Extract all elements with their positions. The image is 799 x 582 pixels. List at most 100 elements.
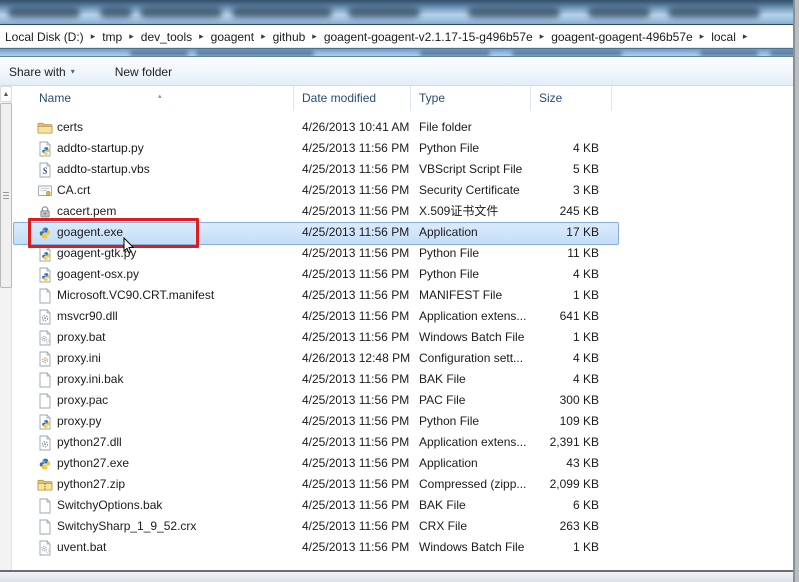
breadcrumb-separator-icon[interactable]: ▸ [536,31,549,42]
type-cell: Security Certificate [419,183,520,197]
breadcrumb-separator-icon[interactable]: ▸ [257,31,270,42]
breadcrumb-item-dev-tools[interactable]: dev_tools [138,30,195,44]
file-name-cell[interactable]: goagent.exe [13,222,294,243]
breadcrumb-item-local[interactable]: local [708,30,739,44]
file-name-cell[interactable]: Saddto-startup.vbs [13,159,294,180]
size-cell: 4 KB [572,141,599,155]
file-row[interactable]: Microsoft.VC90.CRT.manifest 4/25/2013 11:… [13,285,789,306]
file-row[interactable]: goagent-gtk.py 4/25/2013 11:56 PM Python F… [13,243,789,264]
file-row[interactable]: addto-startup.py 4/25/2013 11:56 PM Python… [13,138,789,159]
blurred-text-block [668,7,760,18]
type-cell: Python File [419,246,480,260]
file-name-cell[interactable]: proxy.bat [13,327,294,348]
navpane-scrollbar[interactable]: ▲ [0,86,12,571]
date-modified-cell: 4/25/2013 11:56 PM [302,141,410,155]
date-modified-cell: 4/25/2013 11:56 PM [302,183,410,197]
column-header-type[interactable]: Type [411,86,531,111]
file-name-label: CA.crt [57,183,91,197]
file-row[interactable]: certs 4/26/2013 10:41 AM File folder [13,117,789,138]
column-header-name[interactable]: Name ▴ [13,86,294,111]
size-cell: 5 KB [572,162,599,176]
statusbar-sliver [0,572,795,582]
breadcrumb[interactable]: Local Disk (D:) ▸ tmp ▸ dev_tools ▸ goagent ▸ gi… [0,26,795,48]
python-file-icon [37,140,53,157]
file-row[interactable]: cacert.pem 4/25/2013 11:56 PM X.509证书文件 245… [13,201,789,222]
file-name-cell[interactable]: proxy.py [13,411,294,432]
breadcrumb-item-tmp[interactable]: tmp [99,30,125,44]
file-row[interactable]: python27.exe 4/25/2013 11:56 PM Applicatio… [13,453,789,474]
file-name-cell[interactable]: proxy.pac [13,390,294,411]
file-list-panel: Name ▴ Date modified Type Size certs 4/26… [13,86,789,558]
file-row[interactable]: python27.zip 4/25/2013 11:56 PM Compressed… [13,474,789,495]
column-header-name-label: Name [39,91,72,105]
file-row[interactable]: CA.crt 4/25/2013 11:56 PM Security Certifi… [13,180,789,201]
scrollbar-thumb[interactable] [0,103,12,288]
breadcrumb-separator-icon[interactable]: ▸ [308,31,321,42]
file-name-cell[interactable]: uvent.bat [13,537,294,558]
file-row[interactable]: proxy.ini 4/26/2013 12:48 PM Configuration… [13,348,789,369]
file-row-selected[interactable]: goagent.exe 4/25/2013 11:56 PM Application… [13,218,789,254]
file-name-cell[interactable]: msvcr90.dll [13,306,294,327]
new-folder-button[interactable]: New folder [107,61,180,83]
type-cell: Python File [419,267,480,281]
file-row[interactable]: proxy.ini.bak 4/25/2013 11:56 PM BAK File 4… [13,369,789,390]
file-icon [37,371,53,388]
file-name-label: python27.exe [57,456,130,470]
file-name-cell[interactable]: python27.dll [13,432,294,453]
batch-icon [37,329,53,346]
file-row[interactable]: proxy.py 4/25/2013 11:56 PM Python File 109… [13,411,789,432]
breadcrumb-item-github[interactable]: github [270,30,309,44]
file-name-cell[interactable]: proxy.ini.bak [13,369,294,390]
file-name-cell[interactable]: Microsoft.VC90.CRT.manifest [13,285,294,306]
file-row[interactable]: uvent.bat 4/25/2013 11:56 PM Windows Batch… [13,537,789,558]
file-name-label: certs [57,120,84,134]
file-name-cell[interactable]: CA.crt [13,180,294,201]
breadcrumb-item-goagent-goagent-v2-1-17-15-g496b57e[interactable]: goagent-goagent-v2.1.17-15-g496b57e [321,30,536,44]
file-name-cell[interactable]: certs [13,117,294,138]
column-header-type-label: Type [419,91,446,105]
file-name-label: proxy.ini.bak [57,372,124,386]
breadcrumb-separator-icon[interactable]: ▸ [125,31,138,42]
file-name-cell[interactable]: addto-startup.py [13,138,294,159]
file-row[interactable]: SwitchyOptions.bak 4/25/2013 11:56 PM BAK … [13,495,789,516]
file-row[interactable]: msvcr90.dll 4/25/2013 11:56 PM Application… [13,306,789,327]
date-modified-cell: 4/25/2013 11:56 PM [302,540,410,554]
breadcrumb-item-local-disk-d[interactable]: Local Disk (D:) [2,30,87,44]
file-row[interactable]: proxy.bat 4/25/2013 11:56 PM Windows Batch… [13,327,789,348]
column-header-date-modified[interactable]: Date modified [294,86,411,111]
file-name-cell[interactable]: python27.zip [13,474,294,495]
file-row[interactable]: Saddto-startup.vbs 4/25/2013 11:56 PM VBSc… [13,159,789,180]
file-name-cell[interactable]: proxy.ini [13,348,294,369]
date-modified-cell: 4/25/2013 11:56 PM [302,519,410,533]
scrollbar-up-button[interactable]: ▲ [0,86,12,102]
breadcrumb-item-goagent[interactable]: goagent [208,30,257,44]
type-cell: Python File [419,414,480,428]
size-cell: 3 KB [572,183,599,197]
file-row[interactable]: python27.dll 4/25/2013 11:56 PM Applicatio… [13,432,789,453]
breadcrumb-separator-icon[interactable]: ▸ [195,31,208,42]
size-cell: 641 KB [559,309,599,323]
column-header-filler [612,86,789,111]
type-cell: MANIFEST File [419,288,503,302]
file-row[interactable]: proxy.pac 4/25/2013 11:56 PM PAC File 300 K… [13,390,789,411]
file-row[interactable]: goagent-osx.py 4/25/2013 11:56 PM Python F… [13,264,789,285]
breadcrumb-item-goagent-goagent-496b57e[interactable]: goagent-goagent-496b57e [548,30,695,44]
breadcrumb-separator-icon[interactable]: ▸ [87,31,100,42]
file-name-cell[interactable]: SwitchyOptions.bak [13,495,294,516]
breadcrumb-separator-icon[interactable]: ▸ [696,31,709,42]
sort-ascending-icon: ▴ [158,93,162,100]
file-name-cell[interactable]: python27.exe [13,453,294,474]
title-bar-blurred [0,0,795,25]
type-cell: Application extens... [419,435,527,449]
share-with-button[interactable]: Share with ▾ [1,61,83,83]
file-name-cell[interactable]: goagent-osx.py [13,264,294,285]
breadcrumb-separator-icon[interactable]: ▸ [739,31,752,42]
type-cell: Python File [419,141,480,155]
size-cell: 1 KB [572,330,599,344]
file-row[interactable]: SwitchySharp_1_9_52.crx 4/25/2013 11:56 P… [13,516,789,537]
file-name-cell[interactable]: goagent-gtk.py [13,243,294,264]
column-header-size[interactable]: Size [531,86,612,111]
type-cell: Windows Batch File [419,540,525,554]
file-name-cell[interactable]: SwitchySharp_1_9_52.crx [13,516,294,537]
file-name-cell[interactable]: cacert.pem [13,201,294,222]
